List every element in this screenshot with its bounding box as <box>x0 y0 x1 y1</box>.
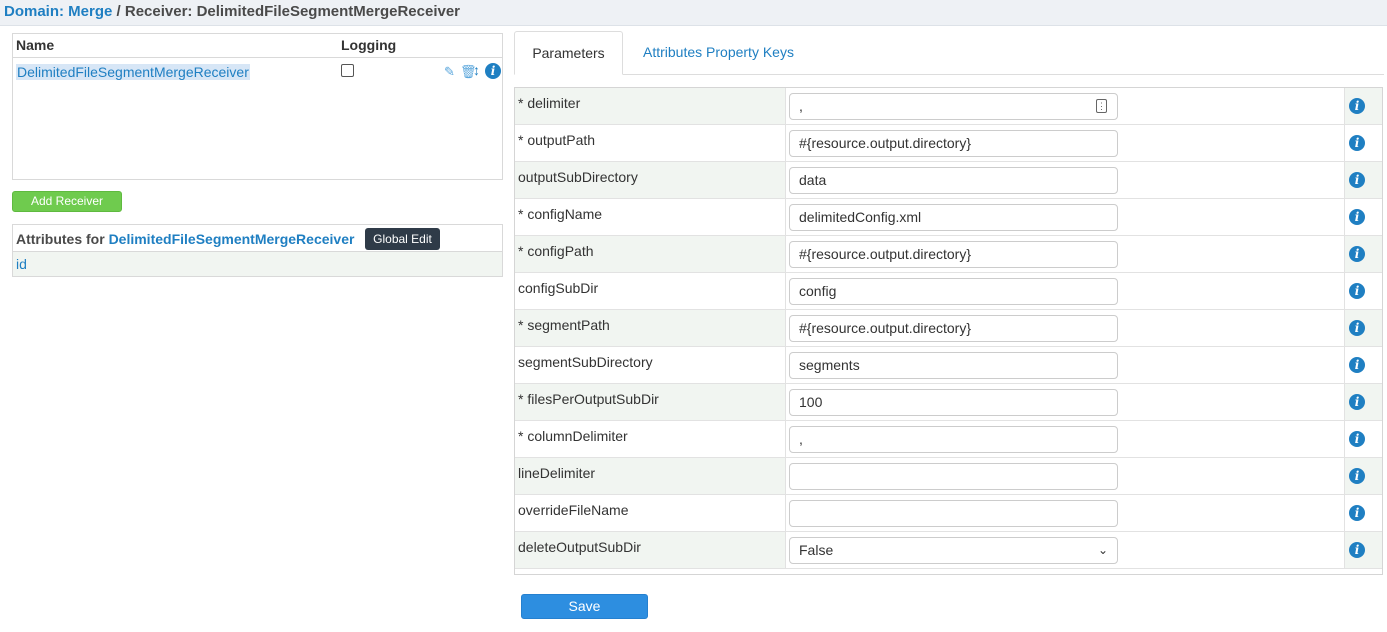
configname-input[interactable]: delimitedConfig.xml <box>789 204 1118 231</box>
param-row-filesperoutputsubdir: * filesPerOutputSubDir 100 i <box>515 384 1382 421</box>
filesperoutputsubdir-input[interactable]: 100 <box>789 389 1118 416</box>
info-icon[interactable]: i <box>1349 172 1365 188</box>
receiver-name-link[interactable]: DelimitedFileSegmentMergeReceiver <box>16 64 250 80</box>
move-icon[interactable]: ↕ <box>473 62 480 78</box>
attributes-title: Attributes for DelimitedFileSegmentMerge… <box>16 231 354 247</box>
param-label: * outputPath <box>518 132 596 148</box>
info-icon[interactable]: i <box>1349 283 1365 299</box>
param-label: deleteOutputSubDir <box>518 539 641 555</box>
deleteoutputsubdir-select[interactable]: False ⌄ <box>789 537 1118 564</box>
param-value-cell: , <box>785 421 1345 457</box>
info-icon[interactable]: i <box>485 63 501 79</box>
param-label: * delimiter <box>518 95 581 111</box>
receivers-table-header: Name Logging <box>13 34 502 58</box>
param-value-cell <box>785 458 1345 494</box>
breadcrumb-domain-label[interactable]: Domain: <box>4 3 64 20</box>
outputsubdirectory-input[interactable]: data <box>789 167 1118 194</box>
param-value-cell: config <box>785 273 1345 309</box>
save-button[interactable]: Save <box>521 594 648 619</box>
info-icon[interactable]: i <box>1349 542 1365 558</box>
param-row-segmentsubdirectory: segmentSubDirectory segments i <box>515 347 1382 384</box>
param-value-cell: #{resource.output.directory} <box>785 125 1345 161</box>
param-label: lineDelimiter <box>518 465 596 481</box>
breadcrumb-receiver-prefix: Receiver: <box>124 3 193 20</box>
info-icon[interactable]: i <box>1349 468 1365 484</box>
delimiter-input-value: , <box>799 98 803 114</box>
configsubdir-input[interactable]: config <box>789 278 1118 305</box>
param-row-delimiter: * delimiter , ⋮ i <box>515 88 1382 125</box>
param-row-configpath: * configPath #{resource.output.directory… <box>515 236 1382 273</box>
param-row-columndelimiter: * columnDelimiter , i <box>515 421 1382 458</box>
info-icon[interactable]: i <box>1349 209 1365 225</box>
attributes-header: Attributes for DelimitedFileSegmentMerge… <box>13 225 502 252</box>
param-label: * columnDelimiter <box>518 428 628 444</box>
param-row-configname: * configName delimitedConfig.xml i <box>515 199 1382 236</box>
global-edit-button[interactable]: Global Edit <box>365 228 440 250</box>
parameters-grid: * delimiter , ⋮ i * outputPath #{resource… <box>514 87 1383 575</box>
param-label: * filesPerOutputSubDir <box>518 391 659 407</box>
tab-parameters[interactable]: Parameters <box>514 31 623 75</box>
attributes-table: Attributes for DelimitedFileSegmentMerge… <box>12 224 503 277</box>
overridefilename-input[interactable] <box>789 500 1118 527</box>
param-label: outputSubDirectory <box>518 169 638 185</box>
param-label: configSubDir <box>518 280 599 296</box>
param-row-configsubdir: configSubDir config i <box>515 273 1382 310</box>
param-value-cell: delimitedConfig.xml <box>785 199 1345 235</box>
param-row-deleteoutputsubdir: deleteOutputSubDir False ⌄ i <box>515 532 1382 569</box>
param-value-cell: False ⌄ <box>785 532 1345 568</box>
breadcrumb-separator: / <box>116 3 121 20</box>
attributes-title-prefix: Attributes for <box>16 231 105 247</box>
info-icon[interactable]: i <box>1349 246 1365 262</box>
breadcrumb-receiver-name: DelimitedFileSegmentMergeReceiver <box>196 3 461 20</box>
info-icon[interactable]: i <box>1349 98 1365 114</box>
info-icon[interactable]: i <box>1349 320 1365 336</box>
param-row-outputsubdirectory: outputSubDirectory data i <box>515 162 1382 199</box>
attribute-row: id <box>13 252 502 276</box>
segmentpath-input[interactable]: #{resource.output.directory} <box>789 315 1118 342</box>
param-row-segmentpath: * segmentPath #{resource.output.director… <box>515 310 1382 347</box>
param-value-cell: #{resource.output.directory} <box>785 310 1345 346</box>
column-header-logging: Logging <box>341 37 397 53</box>
attributes-receiver-name: DelimitedFileSegmentMergeReceiver <box>108 231 355 247</box>
delimiter-input[interactable]: , ⋮ <box>789 93 1118 120</box>
configpath-input[interactable]: #{resource.output.directory} <box>789 241 1118 268</box>
tab-bar: Parameters Attributes Property Keys <box>514 31 1384 75</box>
param-row-outputpath: * outputPath #{resource.output.directory… <box>515 125 1382 162</box>
receivers-table: Name Logging DelimitedFileSegmentMergeRe… <box>12 33 503 180</box>
param-row-linedelimiter: lineDelimiter i <box>515 458 1382 495</box>
info-icon[interactable]: i <box>1349 394 1365 410</box>
param-value-cell: , ⋮ <box>785 88 1345 124</box>
tab-attributes-property-keys[interactable]: Attributes Property Keys <box>643 31 794 75</box>
param-label: * configName <box>518 206 603 222</box>
param-label: overrideFileName <box>518 502 629 518</box>
field-options-icon[interactable]: ⋮ <box>1096 99 1107 113</box>
columndelimiter-input[interactable]: , <box>789 426 1118 453</box>
info-icon[interactable]: i <box>1349 135 1365 151</box>
param-value-cell: data <box>785 162 1345 198</box>
linedelimiter-input[interactable] <box>789 463 1118 490</box>
param-row-overridefilename: overrideFileName i <box>515 495 1382 532</box>
logging-checkbox[interactable] <box>341 64 354 77</box>
param-label: * segmentPath <box>518 317 610 333</box>
select-value: False <box>799 542 834 558</box>
outputpath-input[interactable]: #{resource.output.directory} <box>789 130 1118 157</box>
param-value-cell: segments <box>785 347 1345 383</box>
attribute-item-id[interactable]: id <box>16 256 27 272</box>
param-label: segmentSubDirectory <box>518 354 653 370</box>
segmentsubdirectory-input[interactable]: segments <box>789 352 1118 379</box>
chevron-down-icon[interactable]: ⌄ <box>1098 538 1108 563</box>
param-value-cell: #{resource.output.directory} <box>785 236 1345 272</box>
param-value-cell: 100 <box>785 384 1345 420</box>
breadcrumb: Domain: Merge / Receiver: DelimitedFileS… <box>0 0 1387 26</box>
add-receiver-button[interactable]: Add Receiver <box>12 191 122 212</box>
info-icon[interactable]: i <box>1349 431 1365 447</box>
info-icon[interactable]: i <box>1349 357 1365 373</box>
column-header-name: Name <box>16 37 55 53</box>
pencil-icon[interactable]: ✎ <box>444 64 455 80</box>
info-icon[interactable]: i <box>1349 505 1365 521</box>
param-value-cell <box>785 495 1345 531</box>
breadcrumb-domain-value[interactable]: Merge <box>68 3 112 20</box>
receiver-row: DelimitedFileSegmentMergeReceiver ✎ 🗑 ↕ … <box>13 58 502 86</box>
param-label: * configPath <box>518 243 594 259</box>
